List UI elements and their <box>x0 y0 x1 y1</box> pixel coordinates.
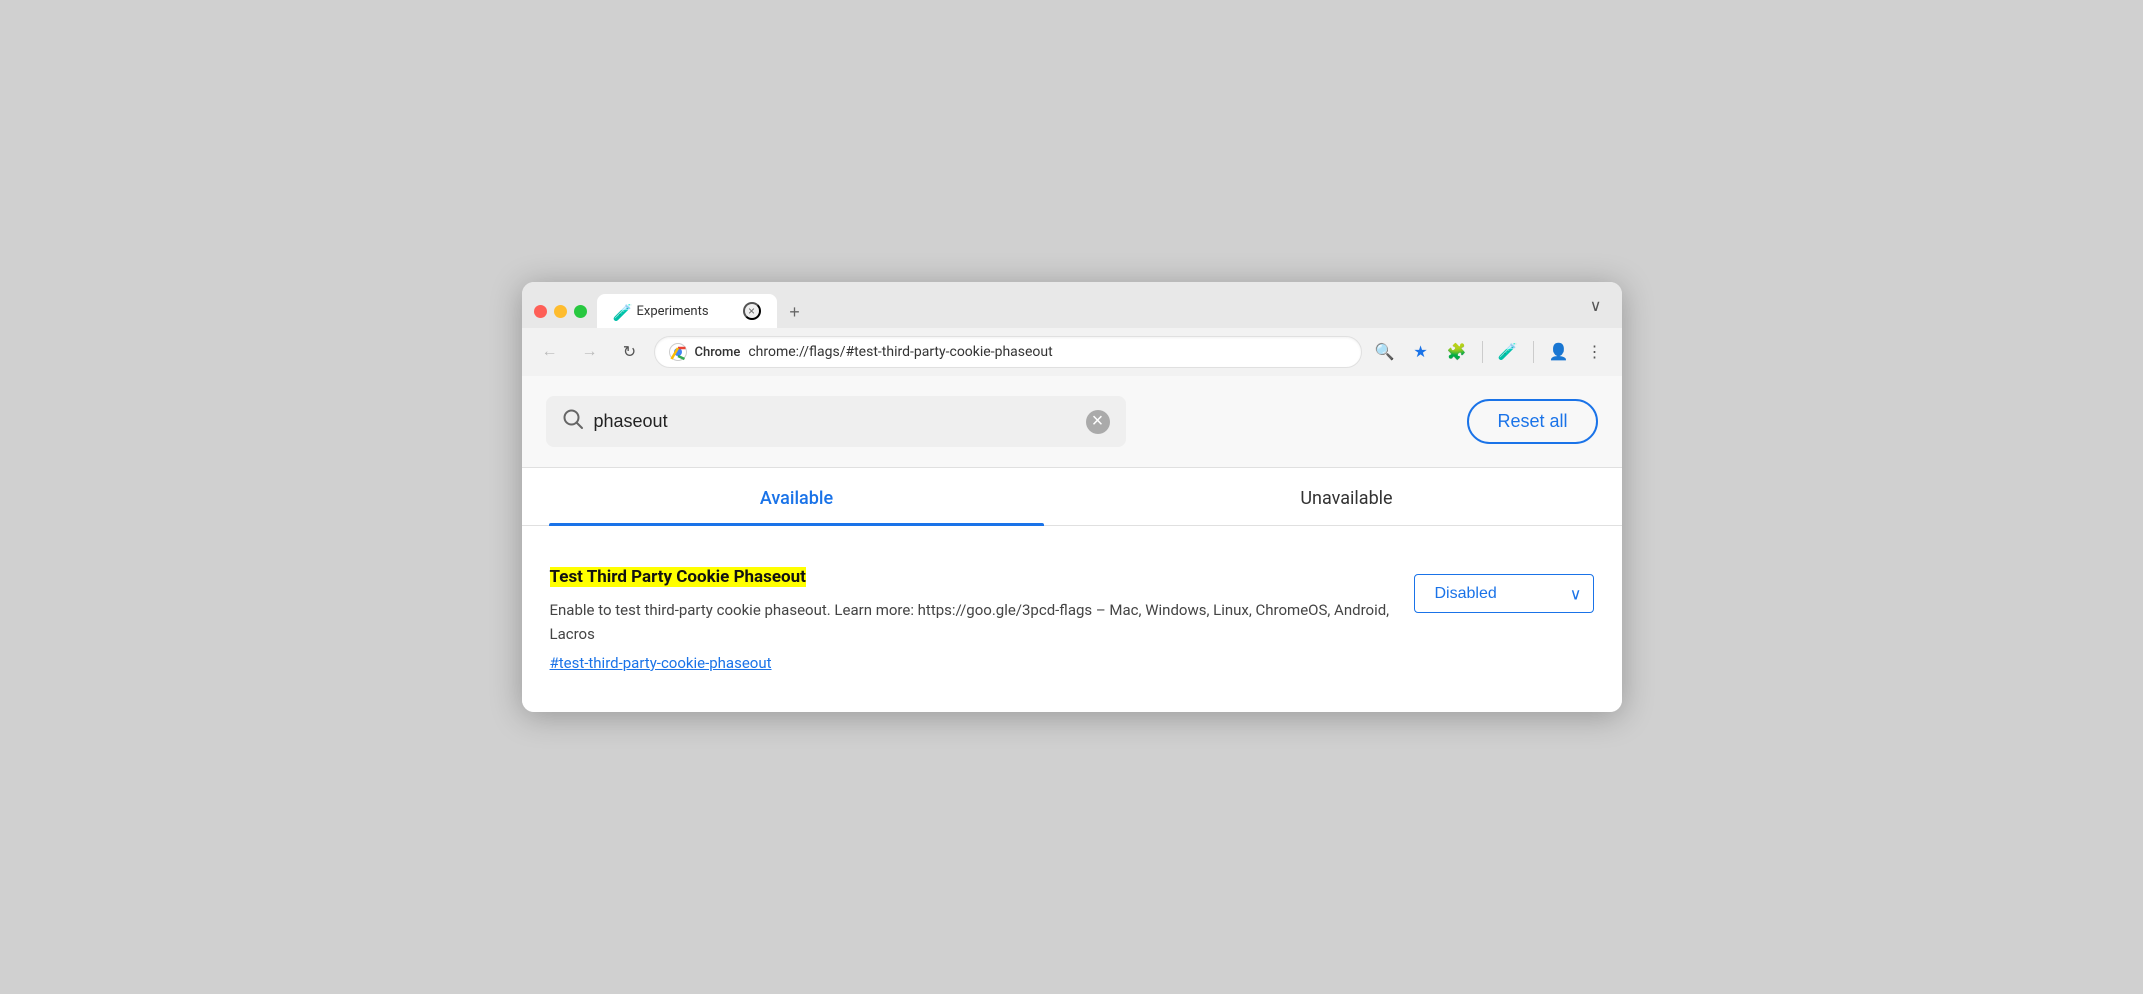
profile-button[interactable]: 👤 <box>1544 337 1574 367</box>
title-bar: 🧪 Experiments × + ∨ <box>522 282 1622 328</box>
flag-description: Enable to test third-party cookie phaseo… <box>550 598 1390 646</box>
extensions-button[interactable]: 🧩 <box>1442 337 1472 367</box>
nav-icons: 🔍 ★ 🧩 🧪 👤 ⋮ <box>1370 337 1610 367</box>
chrome-label: Chrome <box>695 345 741 360</box>
new-tab-button[interactable]: + <box>781 298 809 326</box>
flag-select-wrapper: Default Enabled Disabled <box>1414 574 1594 613</box>
flags-list: Test Third Party Cookie Phaseout Enable … <box>522 526 1622 712</box>
flag-anchor-link[interactable]: #test-third-party-cookie-phaseout <box>550 654 1390 672</box>
nav-divider-1 <box>1482 341 1483 363</box>
chrome-logo-icon <box>669 343 687 361</box>
clear-search-button[interactable]: × <box>1086 410 1110 434</box>
search-area: × Reset all <box>522 376 1622 468</box>
nav-bar: ← → ↻ Chrome chrome://flags/#test-third-… <box>522 328 1622 376</box>
search-icon <box>562 408 584 435</box>
tab-icon: 🧪 <box>613 303 629 319</box>
flag-control: Default Enabled Disabled <box>1414 574 1594 613</box>
reload-button[interactable]: ↻ <box>614 336 646 368</box>
flag-select[interactable]: Default Enabled Disabled <box>1414 574 1594 613</box>
address-text: chrome://flags/#test-third-party-cookie-… <box>748 344 1346 360</box>
tab-available[interactable]: Available <box>522 468 1072 525</box>
window-menu-button[interactable]: ∨ <box>1582 292 1610 320</box>
tab-close-button[interactable]: × <box>743 302 761 320</box>
address-bar[interactable]: Chrome chrome://flags/#test-third-party-… <box>654 336 1362 368</box>
zoom-button[interactable]: 🔍 <box>1370 337 1400 367</box>
window-controls-right: ∨ <box>1582 292 1610 328</box>
tab-title: Experiments <box>637 304 735 319</box>
minimize-window-button[interactable] <box>554 305 567 318</box>
browser-window: 🧪 Experiments × + ∨ ← → ↻ Chrome chrome:… <box>522 282 1622 712</box>
flag-info: Test Third Party Cookie Phaseout Enable … <box>550 566 1390 672</box>
active-tab[interactable]: 🧪 Experiments × <box>597 294 777 328</box>
tabs-bar: Available Unavailable <box>522 468 1622 526</box>
back-button[interactable]: ← <box>534 336 566 368</box>
tab-bar: 🧪 Experiments × + <box>597 294 1582 328</box>
flag-title: Test Third Party Cookie Phaseout <box>550 566 1390 590</box>
bookmark-button[interactable]: ★ <box>1406 337 1436 367</box>
search-box: × <box>546 396 1126 447</box>
experiments-button[interactable]: 🧪 <box>1493 337 1523 367</box>
content-area: × Reset all Available Unavailable Test T… <box>522 376 1622 712</box>
traffic-lights <box>534 305 587 328</box>
nav-divider-2 <box>1533 341 1534 363</box>
close-window-button[interactable] <box>534 305 547 318</box>
tab-unavailable[interactable]: Unavailable <box>1072 468 1622 525</box>
flag-item: Test Third Party Cookie Phaseout Enable … <box>550 550 1594 688</box>
forward-button[interactable]: → <box>574 336 606 368</box>
reset-all-button[interactable]: Reset all <box>1467 399 1597 444</box>
chrome-menu-button[interactable]: ⋮ <box>1580 337 1610 367</box>
maximize-window-button[interactable] <box>574 305 587 318</box>
search-input[interactable] <box>594 411 1076 432</box>
